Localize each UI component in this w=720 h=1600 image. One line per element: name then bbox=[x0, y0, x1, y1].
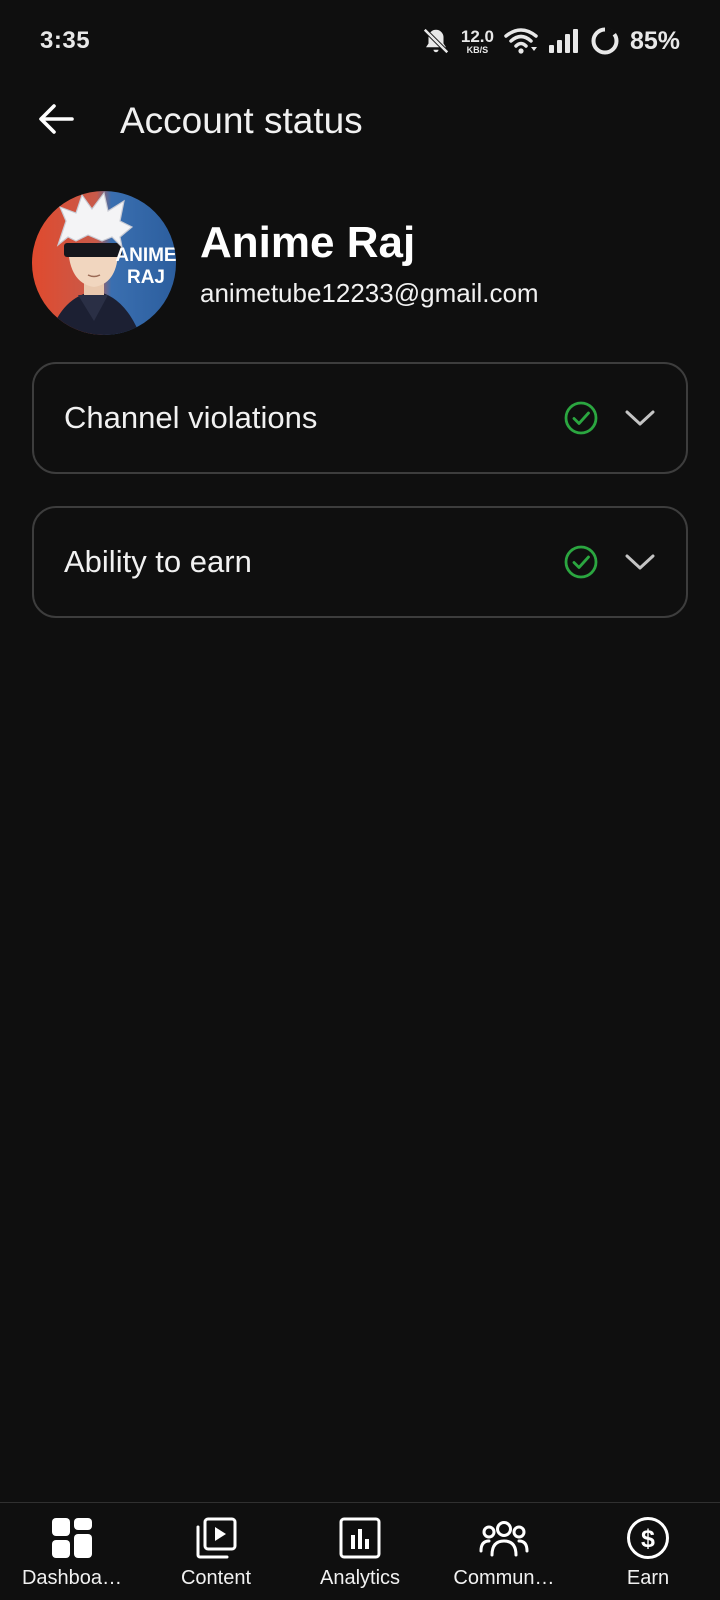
wifi-icon bbox=[504, 27, 538, 55]
channel-name: Anime Raj bbox=[200, 217, 416, 267]
account-status-screen: 3:35 12.0 KB/S 85% Account status ANIME … bbox=[0, 0, 720, 1600]
svg-text:$: $ bbox=[641, 1525, 655, 1553]
channel-violations-card[interactable]: Channel violations bbox=[32, 362, 688, 474]
status-time: 3:35 bbox=[40, 27, 91, 54]
profile-info: Anime Raj animetube12233@gmail.com bbox=[200, 218, 539, 309]
nav-label: Dashboa… bbox=[21, 1567, 123, 1589]
bottom-nav: Dashboa… Content Analytics Commun… $ Ear… bbox=[0, 1502, 720, 1600]
net-speed: 12.0 KB/S bbox=[461, 28, 494, 55]
back-button[interactable] bbox=[28, 93, 84, 149]
page-title: Account status bbox=[120, 100, 363, 141]
nav-label: Analytics bbox=[319, 1567, 401, 1589]
chevron-down-icon[interactable] bbox=[624, 552, 656, 572]
ability-to-earn-card[interactable]: Ability to earn bbox=[32, 506, 688, 618]
content-icon bbox=[195, 1515, 237, 1561]
net-speed-value: 12.0 bbox=[460, 26, 494, 46]
nav-item-earn[interactable]: $ Earn bbox=[576, 1503, 720, 1600]
nav-item-content[interactable]: Content bbox=[144, 1503, 288, 1600]
nav-label: Earn bbox=[626, 1567, 670, 1589]
nav-item-dashboard[interactable]: Dashboa… bbox=[0, 1503, 144, 1600]
avatar-text-raj: RAJ bbox=[127, 267, 165, 288]
card-label: Channel violations bbox=[64, 400, 318, 435]
arrow-left-icon bbox=[36, 99, 76, 144]
avatar: ANIME RAJ bbox=[32, 191, 176, 335]
net-speed-unit: KB/S bbox=[466, 44, 489, 55]
check-circle-icon bbox=[564, 545, 598, 579]
battery-percent: 85% bbox=[629, 26, 680, 55]
earn-icon: $ bbox=[626, 1515, 670, 1561]
status-icons: 12.0 KB/S 85% bbox=[421, 26, 680, 56]
dashboard-icon bbox=[51, 1515, 93, 1561]
channel-profile: ANIME RAJ Anime Raj animetube12233@gmail… bbox=[32, 190, 692, 336]
battery-ring-icon bbox=[590, 26, 620, 56]
app-header: Account status bbox=[0, 82, 720, 160]
analytics-icon bbox=[339, 1515, 381, 1561]
signal-icon bbox=[548, 28, 580, 54]
community-icon bbox=[479, 1515, 529, 1561]
nav-label: Content bbox=[180, 1567, 252, 1589]
status-bar: 3:35 12.0 KB/S 85% bbox=[0, 0, 720, 82]
channel-email: animetube12233@gmail.com bbox=[200, 277, 539, 308]
nav-label: Commun… bbox=[453, 1567, 555, 1589]
check-circle-icon bbox=[564, 401, 598, 435]
chevron-down-icon[interactable] bbox=[624, 408, 656, 428]
bell-off-icon bbox=[421, 26, 451, 56]
card-label: Ability to earn bbox=[64, 544, 252, 579]
avatar-text-anime: ANIME bbox=[115, 245, 176, 266]
nav-item-community[interactable]: Commun… bbox=[432, 1503, 576, 1600]
nav-item-analytics[interactable]: Analytics bbox=[288, 1503, 432, 1600]
